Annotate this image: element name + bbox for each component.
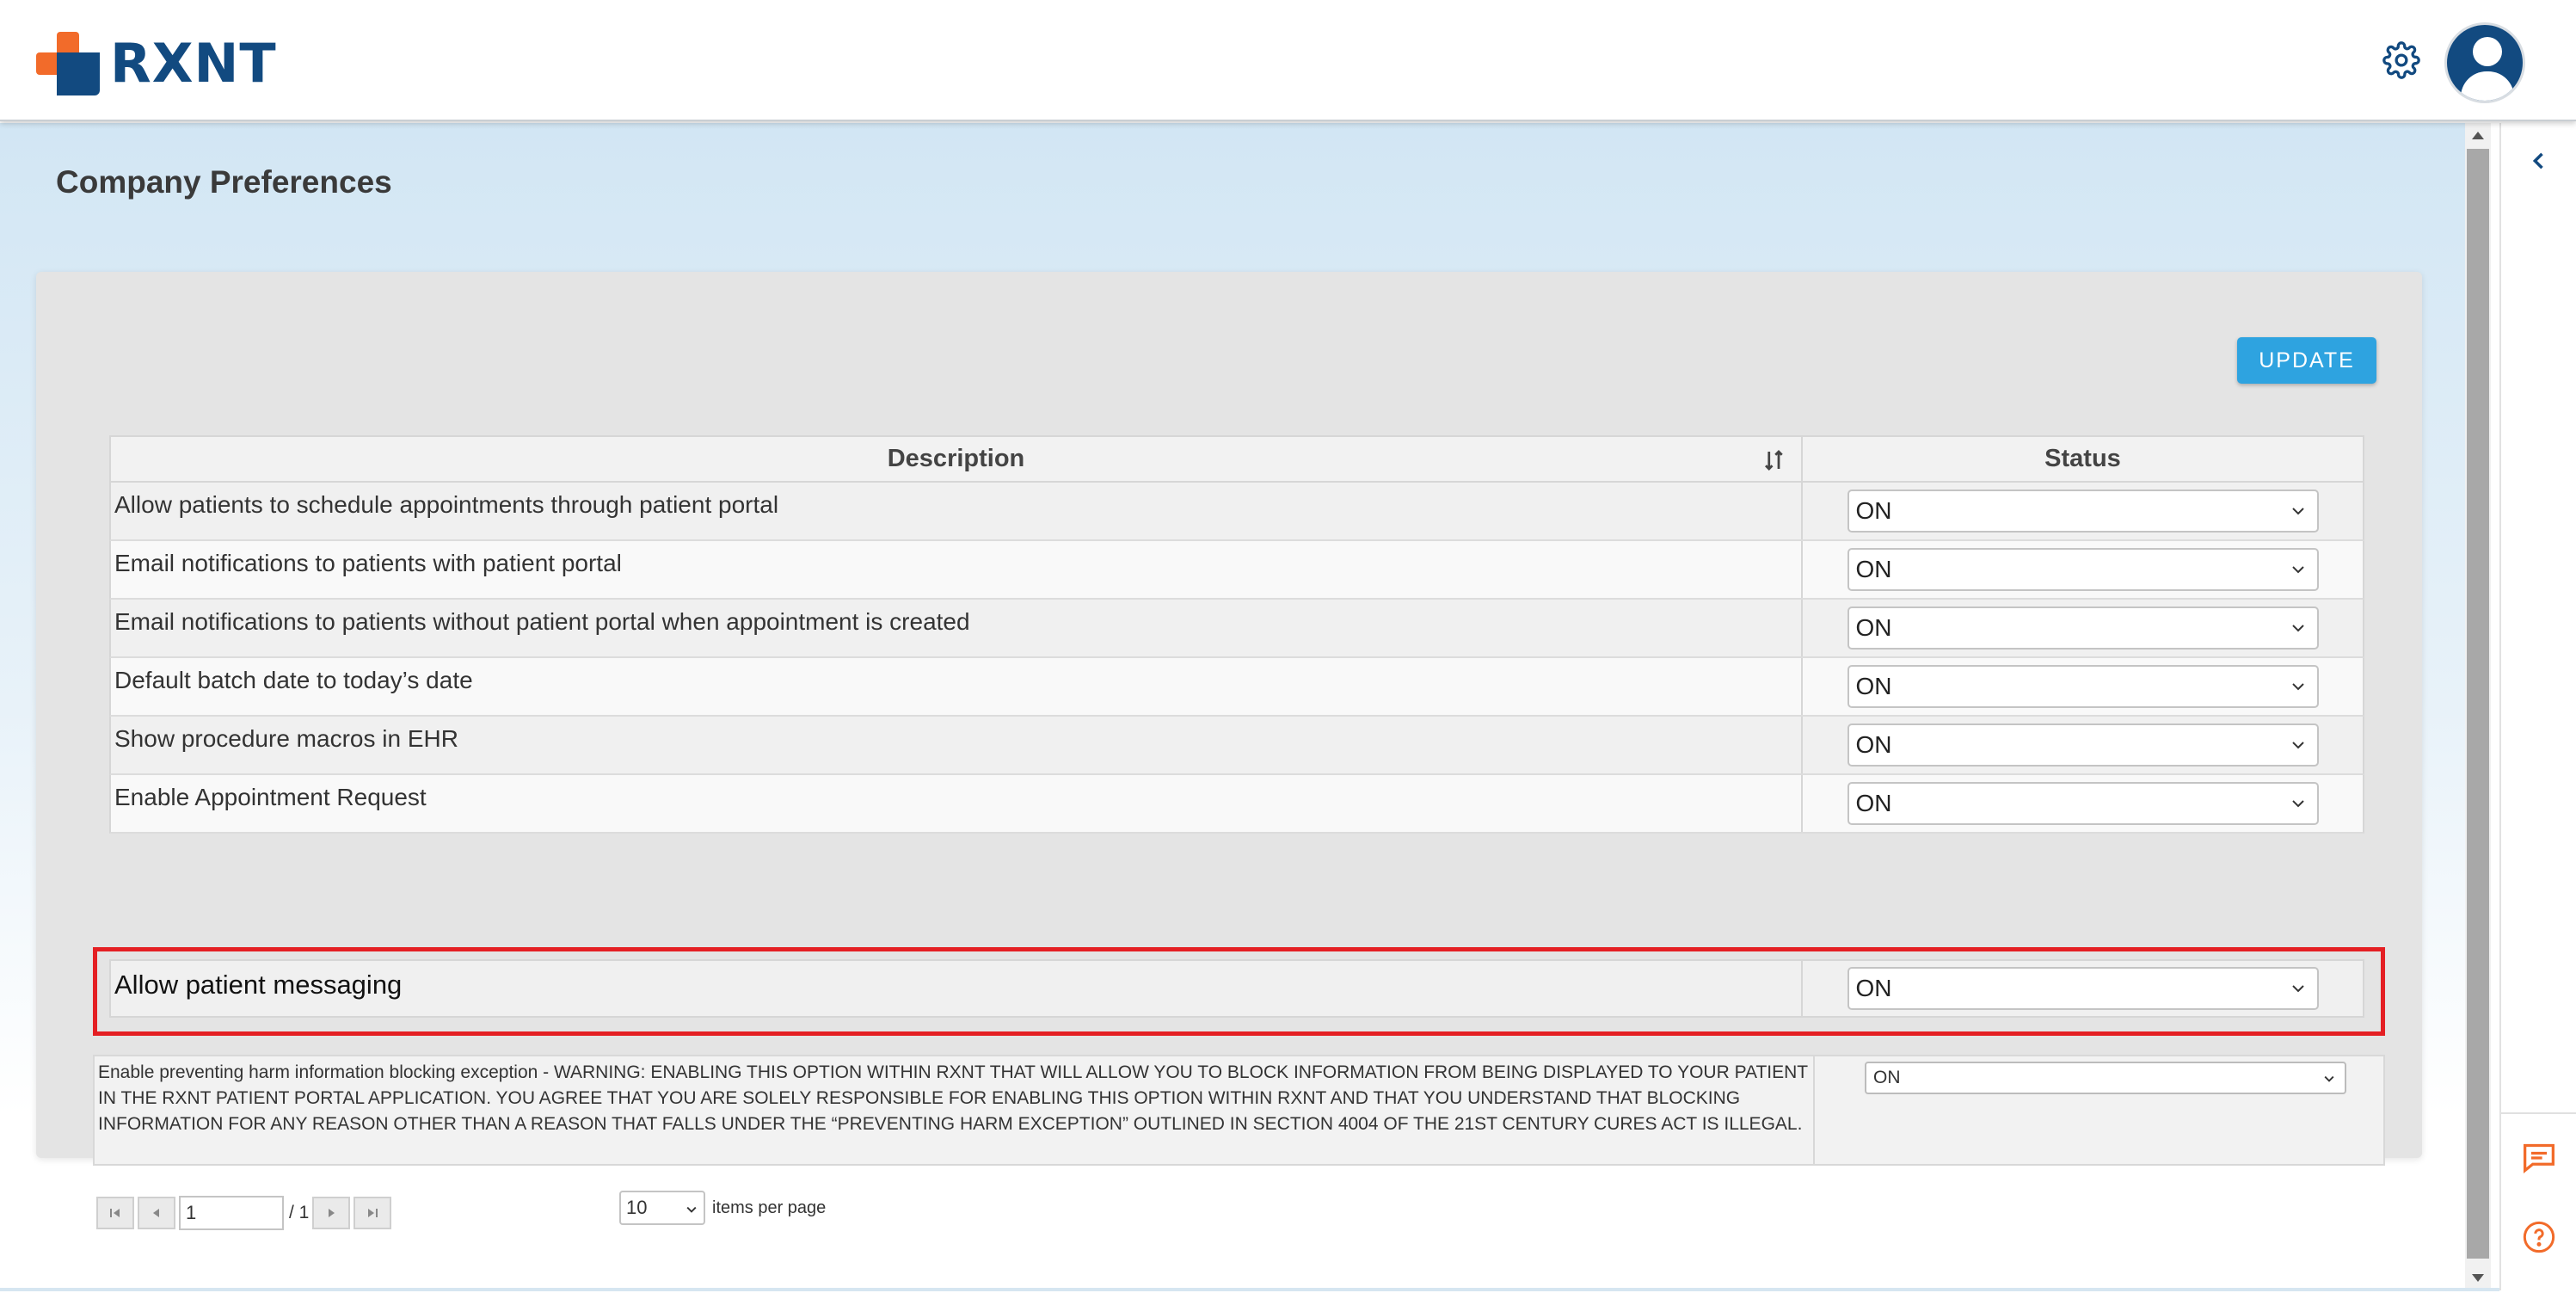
rxnt-logo-mark-icon xyxy=(36,32,100,95)
next-page-icon xyxy=(329,1209,335,1217)
vertical-scrollbar[interactable] xyxy=(2465,123,2491,1290)
status-select-value: ON xyxy=(1873,1068,1901,1087)
main-content: Company Preferences UPDATE Description S… xyxy=(0,123,2465,1290)
chevron-down-icon xyxy=(2291,508,2304,515)
table-row: Show procedure macros in EHR ON xyxy=(109,717,2364,775)
chevron-down-icon xyxy=(686,1206,697,1213)
table-row-preventing-harm: Enable preventing harm information block… xyxy=(93,1055,2385,1166)
table-row: Enable Appointment Request ON xyxy=(109,775,2364,834)
preferences-table: Description Status Allow patients to sch… xyxy=(109,435,2364,834)
help-icon[interactable] xyxy=(2522,1220,2556,1254)
status-select-value: ON xyxy=(1855,614,1892,641)
column-header-description-label: Description xyxy=(887,445,1025,472)
status-select-value: ON xyxy=(1855,673,1892,699)
status-select[interactable]: ON xyxy=(1847,489,2319,533)
row-description: Default batch date to today’s date xyxy=(111,658,1803,715)
chevron-down-icon xyxy=(2291,566,2304,574)
status-select-value: ON xyxy=(1855,790,1892,816)
column-header-status[interactable]: Status xyxy=(1803,437,2363,481)
update-button[interactable]: UPDATE xyxy=(2237,337,2376,384)
row-description: Email notifications to patients without … xyxy=(111,600,1803,656)
logo-text: RXNT xyxy=(110,32,277,95)
prev-page-button[interactable] xyxy=(138,1197,175,1229)
status-select[interactable]: ON xyxy=(1847,723,2319,767)
status-select[interactable]: ON xyxy=(1865,1062,2346,1094)
pagination: 1 / 1 xyxy=(96,1196,395,1230)
rail-divider xyxy=(2501,1112,2576,1114)
status-select[interactable]: ON xyxy=(1847,606,2319,650)
column-header-description[interactable]: Description xyxy=(111,437,1803,481)
bottom-divider xyxy=(0,1288,2499,1291)
row-description: Enable Appointment Request xyxy=(111,775,1803,832)
row-description: Allow patients to schedule appointments … xyxy=(111,483,1803,539)
first-page-button[interactable] xyxy=(96,1197,134,1229)
scroll-up-arrow-icon[interactable] xyxy=(2472,132,2484,139)
rxnt-logo[interactable]: RXNT xyxy=(36,31,277,96)
status-select[interactable]: ON xyxy=(1847,782,2319,825)
gear-icon[interactable] xyxy=(2382,41,2420,79)
highlight-box xyxy=(93,947,2385,1036)
status-select[interactable]: ON xyxy=(1847,548,2319,591)
page-size-value: 10 xyxy=(626,1197,648,1218)
first-page-icon xyxy=(110,1209,120,1217)
table-row: Allow patients to schedule appointments … xyxy=(109,483,2364,541)
status-select-value: ON xyxy=(1855,497,1892,524)
table-row: Email notifications to patients without … xyxy=(109,600,2364,658)
next-page-button[interactable] xyxy=(312,1197,351,1229)
table-row: Email notifications to patients with pat… xyxy=(109,541,2364,600)
status-select-value: ON xyxy=(1855,731,1892,758)
total-pages: / 1 xyxy=(289,1203,310,1222)
row-description: Show procedure macros in EHR xyxy=(111,717,1803,773)
scrollbar-thumb[interactable] xyxy=(2467,149,2489,1259)
table-header: Description Status xyxy=(109,435,2364,483)
page-size-select[interactable]: 10 xyxy=(619,1191,705,1225)
row-description: Enable preventing harm information block… xyxy=(95,1056,1815,1164)
collapse-chevron-icon[interactable] xyxy=(2527,149,2551,173)
scroll-down-arrow-icon[interactable] xyxy=(2472,1274,2484,1282)
table-body: Allow patients to schedule appointments … xyxy=(109,483,2364,834)
table-row: Default batch date to today’s date ON xyxy=(109,658,2364,717)
chevron-down-icon xyxy=(2291,800,2304,808)
status-select[interactable]: ON xyxy=(1847,665,2319,708)
items-per-page-label: items per page xyxy=(712,1198,827,1217)
chevron-down-icon xyxy=(2324,1075,2334,1082)
page-number-input[interactable]: 1 xyxy=(179,1196,284,1230)
status-select-value: ON xyxy=(1855,556,1892,582)
right-side-rail xyxy=(2499,123,2576,1290)
sort-icon[interactable] xyxy=(1761,447,1787,473)
chat-icon[interactable] xyxy=(2520,1141,2558,1175)
last-page-icon xyxy=(368,1209,378,1217)
last-page-button[interactable] xyxy=(354,1197,392,1229)
chevron-down-icon xyxy=(2291,625,2304,632)
avatar-icon[interactable] xyxy=(2444,22,2525,103)
chevron-down-icon xyxy=(2291,742,2304,749)
top-header: RXNT xyxy=(0,0,2576,121)
prev-page-icon xyxy=(153,1209,159,1217)
chevron-down-icon xyxy=(2291,683,2304,691)
items-per-page: 10 items per page xyxy=(619,1191,826,1225)
row-description: Email notifications to patients with pat… xyxy=(111,541,1803,598)
page-title: Company Preferences xyxy=(56,164,392,200)
